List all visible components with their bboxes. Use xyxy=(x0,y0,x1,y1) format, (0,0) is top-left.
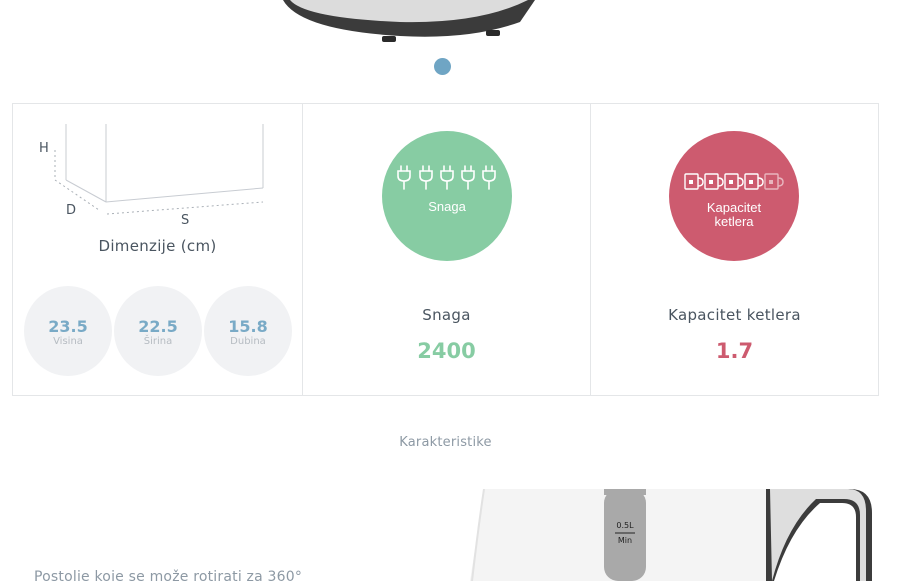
power-value: 2400 xyxy=(417,339,476,363)
dimension-width-label: Širina xyxy=(143,336,173,347)
section-heading: Karakteristike xyxy=(399,435,492,450)
capacity-cell: Kapacitet ketlera Kapacitet ketlera 1.7 xyxy=(591,104,878,395)
dimension-depth-value: 15.8 xyxy=(228,317,268,336)
power-badge-label: Snaga xyxy=(428,199,466,214)
carousel-dot-active[interactable] xyxy=(434,58,451,75)
spec-panel: H D S Dimenzije (cm) 23.5 Visina 22.5 Ši… xyxy=(12,103,879,396)
power-cell: Snaga Snaga 2400 xyxy=(303,104,591,395)
capacity-badge-line2: ketlera xyxy=(714,214,754,229)
dimension-depth: 15.8 Dubina xyxy=(204,286,292,376)
capacity-badge-line1: Kapacitet xyxy=(706,200,762,215)
axis-label-h: H xyxy=(39,141,49,156)
capacity-badge: Kapacitet ketlera xyxy=(669,131,799,261)
dimension-width: 22.5 Širina xyxy=(114,286,202,376)
axis-label-s: S xyxy=(181,213,189,228)
dimension-width-value: 22.5 xyxy=(138,317,178,336)
plug-icon xyxy=(397,165,496,190)
dimension-height: 23.5 Visina xyxy=(24,286,112,376)
capacity-value: 1.7 xyxy=(715,339,754,363)
dimensions-diagram: H D S xyxy=(39,124,264,228)
feature-text: Postolje koje se može rotirati za 360° xyxy=(34,569,303,581)
cup-icon xyxy=(684,173,784,190)
kettle-product-image-bottom: 0.5L Min xyxy=(470,489,872,581)
dimensions-cell: H D S Dimenzije (cm) 23.5 Visina 22.5 Ši… xyxy=(13,104,303,395)
capacity-badge-label: Kapacitet ketlera xyxy=(669,201,799,229)
dimension-depth-label: Dubina xyxy=(230,336,266,347)
dimension-height-label: Visina xyxy=(53,336,83,347)
water-gauge-top-label: 0.5L xyxy=(616,521,634,530)
kettle-product-image-top xyxy=(283,0,535,42)
water-gauge-bottom-label: Min xyxy=(618,536,632,545)
power-name: Snaga xyxy=(422,306,471,324)
power-badge: Snaga xyxy=(382,131,512,261)
axis-label-d: D xyxy=(66,203,76,218)
capacity-name: Kapacitet ketlera xyxy=(668,306,801,324)
dimension-height-value: 23.5 xyxy=(48,317,88,336)
dimensions-title: Dimenzije (cm) xyxy=(98,237,217,255)
